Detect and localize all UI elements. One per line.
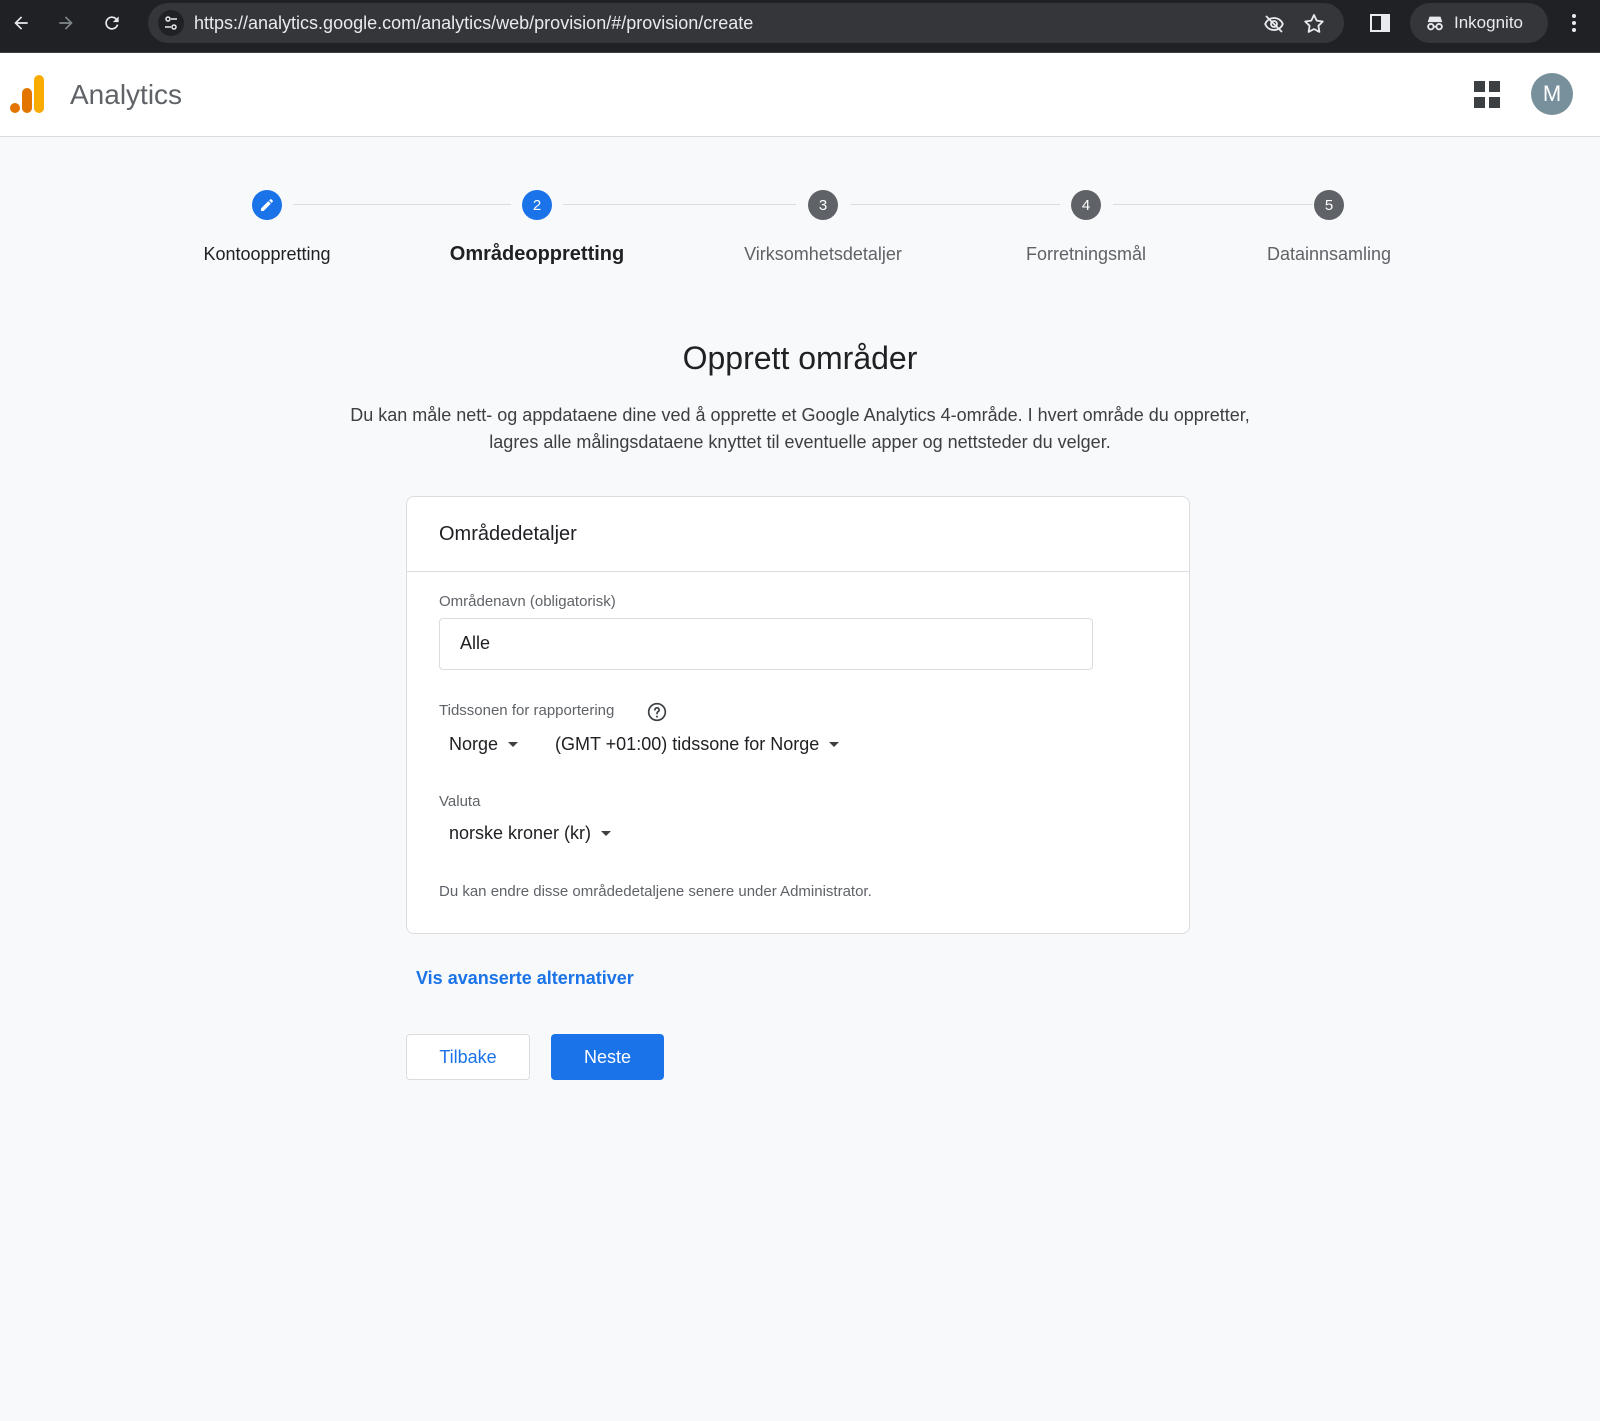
property-name-input[interactable]: Alle — [439, 618, 1093, 670]
analytics-logo-icon[interactable] — [10, 75, 46, 115]
bookmark-star-icon[interactable] — [1302, 12, 1326, 36]
step-5-circle: 5 — [1314, 190, 1344, 220]
currency-label: Valuta — [439, 793, 481, 810]
step-connector — [850, 204, 1060, 205]
progress-stepper: 2 3 4 5 Kontooppretting Områdeoppretting… — [0, 186, 1600, 276]
step-connector — [293, 204, 511, 205]
step-2-circle: 2 — [522, 190, 552, 220]
dropdown-caret-icon — [829, 742, 840, 747]
step-label-business-goals: Forretningsmål — [1025, 244, 1147, 264]
address-bar[interactable]: https://analytics.google.com/analytics/w… — [148, 3, 1344, 43]
advanced-options-link[interactable]: Vis avanserte alternativer — [416, 968, 634, 989]
app-title: Analytics — [70, 79, 183, 110]
back-button[interactable]: Tilbake — [406, 1034, 530, 1080]
page-description: Du kan måle nett- og appdataene dine ved… — [280, 402, 1320, 456]
step-connector — [1113, 204, 1313, 205]
forward-arrow-icon[interactable] — [51, 8, 81, 38]
reload-icon[interactable] — [97, 8, 127, 38]
info-note: Du kan endre disse områdedetaljene sener… — [439, 883, 872, 900]
eye-off-icon[interactable] — [1262, 12, 1286, 36]
property-name-label: Områdenavn (obligatorisk) — [439, 593, 616, 610]
country-select[interactable]: Norge — [449, 734, 519, 755]
app-header: Analytics M — [0, 53, 1600, 137]
incognito-label: Inkognito — [1454, 13, 1523, 32]
dropdown-caret-icon — [508, 742, 519, 747]
avatar[interactable]: M — [1531, 73, 1573, 115]
card-title: Områdedetaljer — [407, 497, 1189, 572]
incognito-badge[interactable]: Inkognito — [1410, 3, 1548, 43]
google-apps-icon[interactable] — [1474, 81, 1502, 109]
more-menu-icon[interactable] — [1562, 11, 1586, 35]
property-details-card: Områdedetaljer Områdenavn (obligatorisk)… — [406, 496, 1190, 934]
site-settings-icon[interactable] — [158, 10, 184, 36]
step-4-circle: 4 — [1071, 190, 1101, 220]
step-3-circle: 3 — [808, 190, 838, 220]
country-value: Norge — [449, 734, 499, 754]
browser-toolbar: https://analytics.google.com/analytics/w… — [0, 0, 1600, 53]
description-line: Du kan måle nett- og appdataene dine ved… — [350, 405, 1250, 425]
url-text[interactable]: https://analytics.google.com/analytics/w… — [194, 13, 753, 34]
currency-select[interactable]: norske kroner (kr) — [449, 823, 612, 844]
timezone-label: Tidssonen for rapportering — [439, 702, 615, 719]
next-button[interactable]: Neste — [551, 1034, 664, 1080]
step-label-property: Områdeoppretting — [449, 243, 625, 265]
page-title: Opprett områder — [682, 340, 918, 376]
step-1-edit-icon[interactable] — [252, 190, 282, 220]
step-connector — [563, 204, 796, 205]
timezone-select[interactable]: (GMT +01:00) tidssone for Norge — [555, 734, 840, 755]
step-label-data-collection: Datainnsamling — [1266, 244, 1392, 264]
step-label-business-details: Virksomhetsdetaljer — [744, 244, 902, 264]
step-label-account[interactable]: Kontooppretting — [137, 244, 397, 265]
help-icon[interactable] — [647, 702, 667, 722]
description-line: lagres alle målingsdataene knyttet til e… — [489, 432, 1111, 452]
incognito-icon — [1427, 16, 1443, 31]
dropdown-caret-icon — [601, 831, 612, 836]
back-arrow-icon[interactable] — [6, 8, 36, 38]
side-panel-icon[interactable] — [1368, 11, 1392, 35]
timezone-value: (GMT +01:00) tidssone for Norge — [555, 734, 820, 754]
currency-value: norske kroner (kr) — [449, 823, 592, 843]
